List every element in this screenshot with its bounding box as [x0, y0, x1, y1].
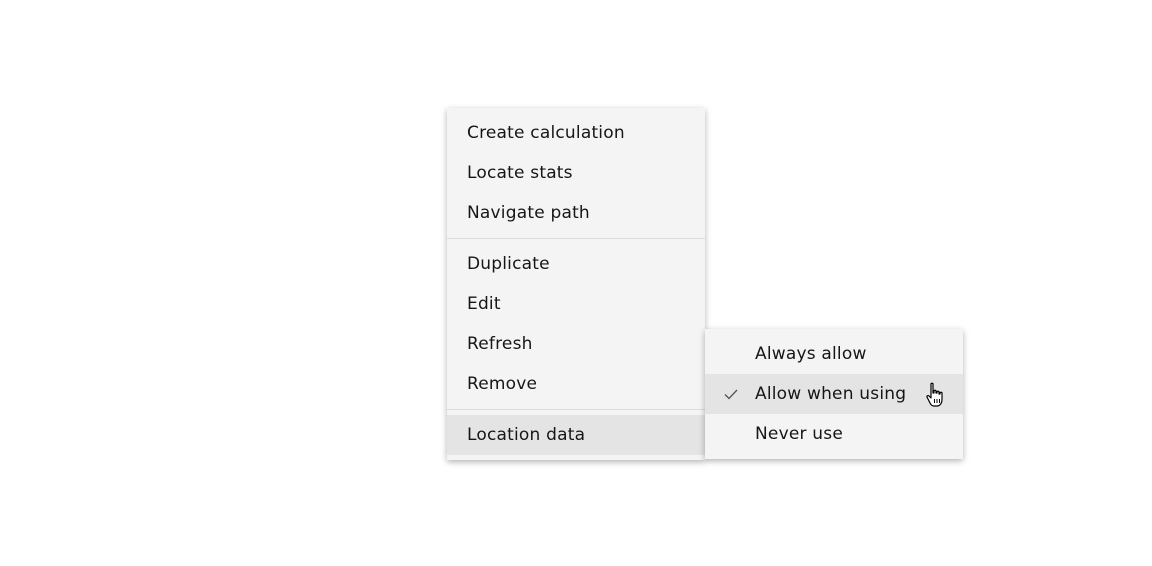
- submenu-item-never-use[interactable]: Never use: [705, 414, 963, 454]
- menu-item-label: Edit: [467, 294, 501, 314]
- menu-item-edit[interactable]: Edit: [447, 284, 705, 324]
- menu-divider: [447, 409, 705, 410]
- menu-item-create-calculation[interactable]: Create calculation: [447, 113, 705, 153]
- menu-item-label: Location data: [467, 425, 586, 445]
- context-menu: Create calculation Locate stats Navigate…: [447, 108, 705, 460]
- menu-item-locate-stats[interactable]: Locate stats: [447, 153, 705, 193]
- checkmark-icon: [724, 389, 738, 400]
- submenu-item-label: Always allow: [755, 344, 867, 364]
- submenu-item-always-allow[interactable]: Always allow: [705, 334, 963, 374]
- menu-item-label: Remove: [467, 374, 538, 394]
- menu-divider: [447, 238, 705, 239]
- menu-item-location-data[interactable]: Location data: [447, 415, 705, 455]
- menu-item-label: Navigate path: [467, 203, 590, 223]
- menu-item-remove[interactable]: Remove: [447, 364, 705, 404]
- menu-item-label: Create calculation: [467, 123, 625, 143]
- menu-item-duplicate[interactable]: Duplicate: [447, 244, 705, 284]
- submenu-item-label: Never use: [755, 424, 843, 444]
- submenu-item-label: Allow when using: [755, 384, 907, 404]
- menu-item-navigate-path[interactable]: Navigate path: [447, 193, 705, 233]
- menu-item-label: Locate stats: [467, 163, 573, 183]
- menu-item-label: Duplicate: [467, 254, 550, 274]
- hand-pointer-icon: [926, 382, 943, 407]
- menu-item-refresh[interactable]: Refresh: [447, 324, 705, 364]
- menu-item-label: Refresh: [467, 334, 533, 354]
